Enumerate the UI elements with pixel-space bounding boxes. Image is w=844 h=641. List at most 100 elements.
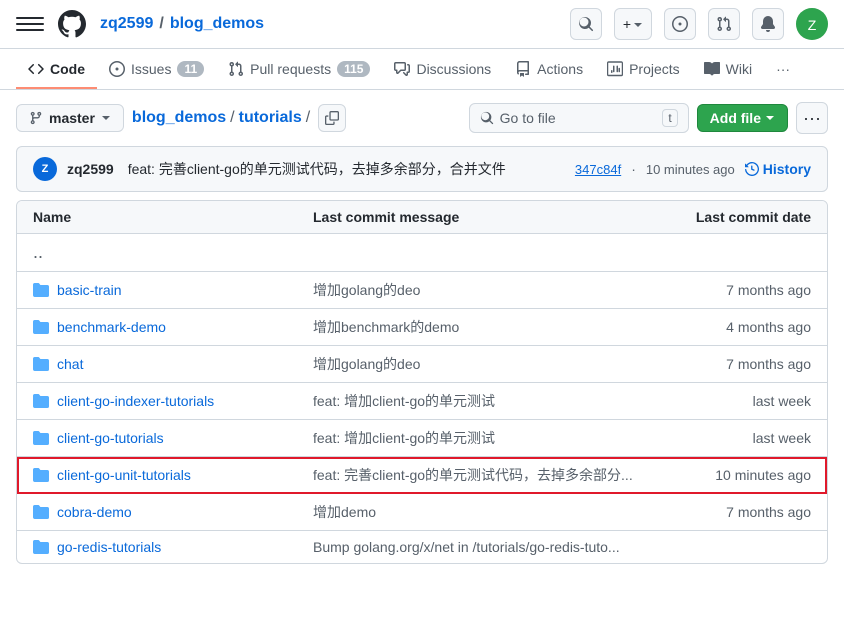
commit-date-cell: 4 months ago xyxy=(651,319,811,335)
commit-message: feat: 完善client-go的单元测试代码，去掉多余部分，合并文件 xyxy=(128,159,506,179)
commit-msg-cell: 增加golang的deo xyxy=(313,354,651,374)
tab-projects[interactable]: Projects xyxy=(595,49,692,89)
file-name-cell: benchmark-demo xyxy=(33,319,313,335)
notifications-button[interactable] xyxy=(752,8,784,40)
commit-date-cell: 10 minutes ago xyxy=(651,467,811,483)
tab-wiki-label: Wiki xyxy=(726,61,752,77)
search-button[interactable] xyxy=(570,8,602,40)
tab-discussions[interactable]: Discussions xyxy=(382,49,503,89)
file-link[interactable]: chat xyxy=(57,356,83,372)
file-link[interactable]: cobra-demo xyxy=(57,504,132,520)
file-name-cell: client-go-tutorials xyxy=(33,430,313,446)
file-name-cell: go-redis-tutorials xyxy=(33,539,313,555)
folder-icon xyxy=(33,319,49,335)
tab-actions-label: Actions xyxy=(537,61,583,77)
file-name-cell: cobra-demo xyxy=(33,504,313,520)
file-name-cell: client-go-indexer-tutorials xyxy=(33,393,313,409)
table-row: client-go-indexer-tutorials feat: 增加clie… xyxy=(17,383,827,420)
file-link[interactable]: benchmark-demo xyxy=(57,319,166,335)
table-row: basic-train 增加golang的deo 7 months ago xyxy=(17,272,827,309)
tab-pulls[interactable]: Pull requests 115 xyxy=(216,49,382,89)
avatar[interactable]: Z xyxy=(796,8,828,40)
folder-icon xyxy=(33,356,49,372)
tab-issues-label: Issues xyxy=(131,61,171,77)
table-row: go-redis-tutorials Bump golang.org/x/net… xyxy=(17,531,827,563)
goto-file-label: Go to file xyxy=(500,110,556,126)
parent-dir: .. xyxy=(33,242,43,263)
file-link[interactable]: basic-train xyxy=(57,282,122,298)
tab-more[interactable]: ··· xyxy=(764,49,802,89)
issues-badge: 11 xyxy=(177,61,204,77)
commit-hash-link[interactable]: 347c84f xyxy=(575,162,621,177)
more-options-button[interactable]: ··· xyxy=(796,102,828,134)
breadcrumb-user[interactable]: zq2599 xyxy=(100,15,153,33)
commit-author-name[interactable]: zq2599 xyxy=(67,161,114,177)
folder-icon xyxy=(33,467,49,483)
file-link[interactable]: client-go-unit-tutorials xyxy=(57,467,191,483)
commit-author-avatar: Z xyxy=(33,157,57,181)
folder-icon xyxy=(33,393,49,409)
file-name-cell: client-go-unit-tutorials xyxy=(33,467,313,483)
breadcrumb: zq2599 / blog_demos xyxy=(100,15,264,33)
table-row: client-go-unit-tutorials feat: 完善client-… xyxy=(17,457,827,494)
commit-date-cell: last week xyxy=(651,393,811,409)
commit-date-cell: 7 months ago xyxy=(651,356,811,372)
commit-date-cell: 7 months ago xyxy=(651,282,811,298)
file-link[interactable]: go-redis-tutorials xyxy=(57,539,161,555)
goto-file-input[interactable]: Go to file t xyxy=(469,103,689,133)
history-label: History xyxy=(763,161,811,177)
goto-shortcut: t xyxy=(662,109,677,127)
file-table: Name Last commit message Last commit dat… xyxy=(16,200,828,564)
github-logo[interactable] xyxy=(56,8,88,40)
commit-bar: Z zq2599 feat: 完善client-go的单元测试代码，去掉多余部分… xyxy=(16,146,828,192)
tab-more-label: ··· xyxy=(776,61,790,77)
tab-code-label: Code xyxy=(50,61,85,77)
tab-code[interactable]: Code xyxy=(16,49,97,89)
folder-icon xyxy=(33,504,49,520)
branch-name: master xyxy=(49,110,95,126)
folder-icon xyxy=(33,282,49,298)
add-file-label: Add file xyxy=(710,110,761,126)
commit-msg-cell: feat: 增加client-go的单元测试 xyxy=(313,428,651,448)
table-header: Name Last commit message Last commit dat… xyxy=(17,201,827,234)
hamburger-button[interactable] xyxy=(16,10,44,38)
commit-msg-cell: feat: 增加client-go的单元测试 xyxy=(313,391,651,411)
tab-issues[interactable]: Issues 11 xyxy=(97,49,216,89)
top-nav: zq2599 / blog_demos + Z xyxy=(0,0,844,49)
repo-toolbar: master blog_demos / tutorials / Go to fi… xyxy=(0,90,844,146)
commit-date-cell: 7 months ago xyxy=(651,504,811,520)
repo-tabs: Code Issues 11 Pull requests 115 Discuss… xyxy=(0,49,844,90)
tab-actions[interactable]: Actions xyxy=(503,49,595,89)
pulls-badge: 115 xyxy=(337,61,370,77)
file-link[interactable]: client-go-indexer-tutorials xyxy=(57,393,214,409)
path-repo[interactable]: blog_demos xyxy=(132,109,226,127)
create-new-button[interactable]: + xyxy=(614,8,652,40)
tab-wiki[interactable]: Wiki xyxy=(692,49,764,89)
commit-msg-cell: Bump golang.org/x/net in /tutorials/go-r… xyxy=(313,539,651,555)
issues-button[interactable] xyxy=(664,8,696,40)
table-row: .. xyxy=(17,234,827,272)
folder-icon xyxy=(33,430,49,446)
table-row: client-go-tutorials feat: 增加client-go的单元… xyxy=(17,420,827,457)
file-name-cell: chat xyxy=(33,356,313,372)
file-name-cell: .. xyxy=(33,242,313,263)
commit-msg-cell: 增加benchmark的demo xyxy=(313,317,651,337)
add-file-button[interactable]: Add file xyxy=(697,104,788,132)
tab-pulls-label: Pull requests xyxy=(250,61,331,77)
svg-text:Z: Z xyxy=(808,17,817,33)
history-button[interactable]: History xyxy=(745,161,811,177)
branch-selector[interactable]: master xyxy=(16,104,124,132)
copy-path-button[interactable] xyxy=(318,104,346,132)
pullrequests-button[interactable] xyxy=(708,8,740,40)
table-row: cobra-demo 增加demo 7 months ago xyxy=(17,494,827,531)
tab-discussions-label: Discussions xyxy=(416,61,491,77)
path-folder[interactable]: tutorials xyxy=(239,109,302,127)
table-row: chat 增加golang的deo 7 months ago xyxy=(17,346,827,383)
tab-projects-label: Projects xyxy=(629,61,680,77)
more-options-icon: ··· xyxy=(803,108,821,129)
commit-date-cell: last week xyxy=(651,430,811,446)
breadcrumb-repo[interactable]: blog_demos xyxy=(170,15,264,33)
file-link[interactable]: client-go-tutorials xyxy=(57,430,164,446)
col-message: Last commit message xyxy=(313,209,651,225)
file-name-cell: basic-train xyxy=(33,282,313,298)
